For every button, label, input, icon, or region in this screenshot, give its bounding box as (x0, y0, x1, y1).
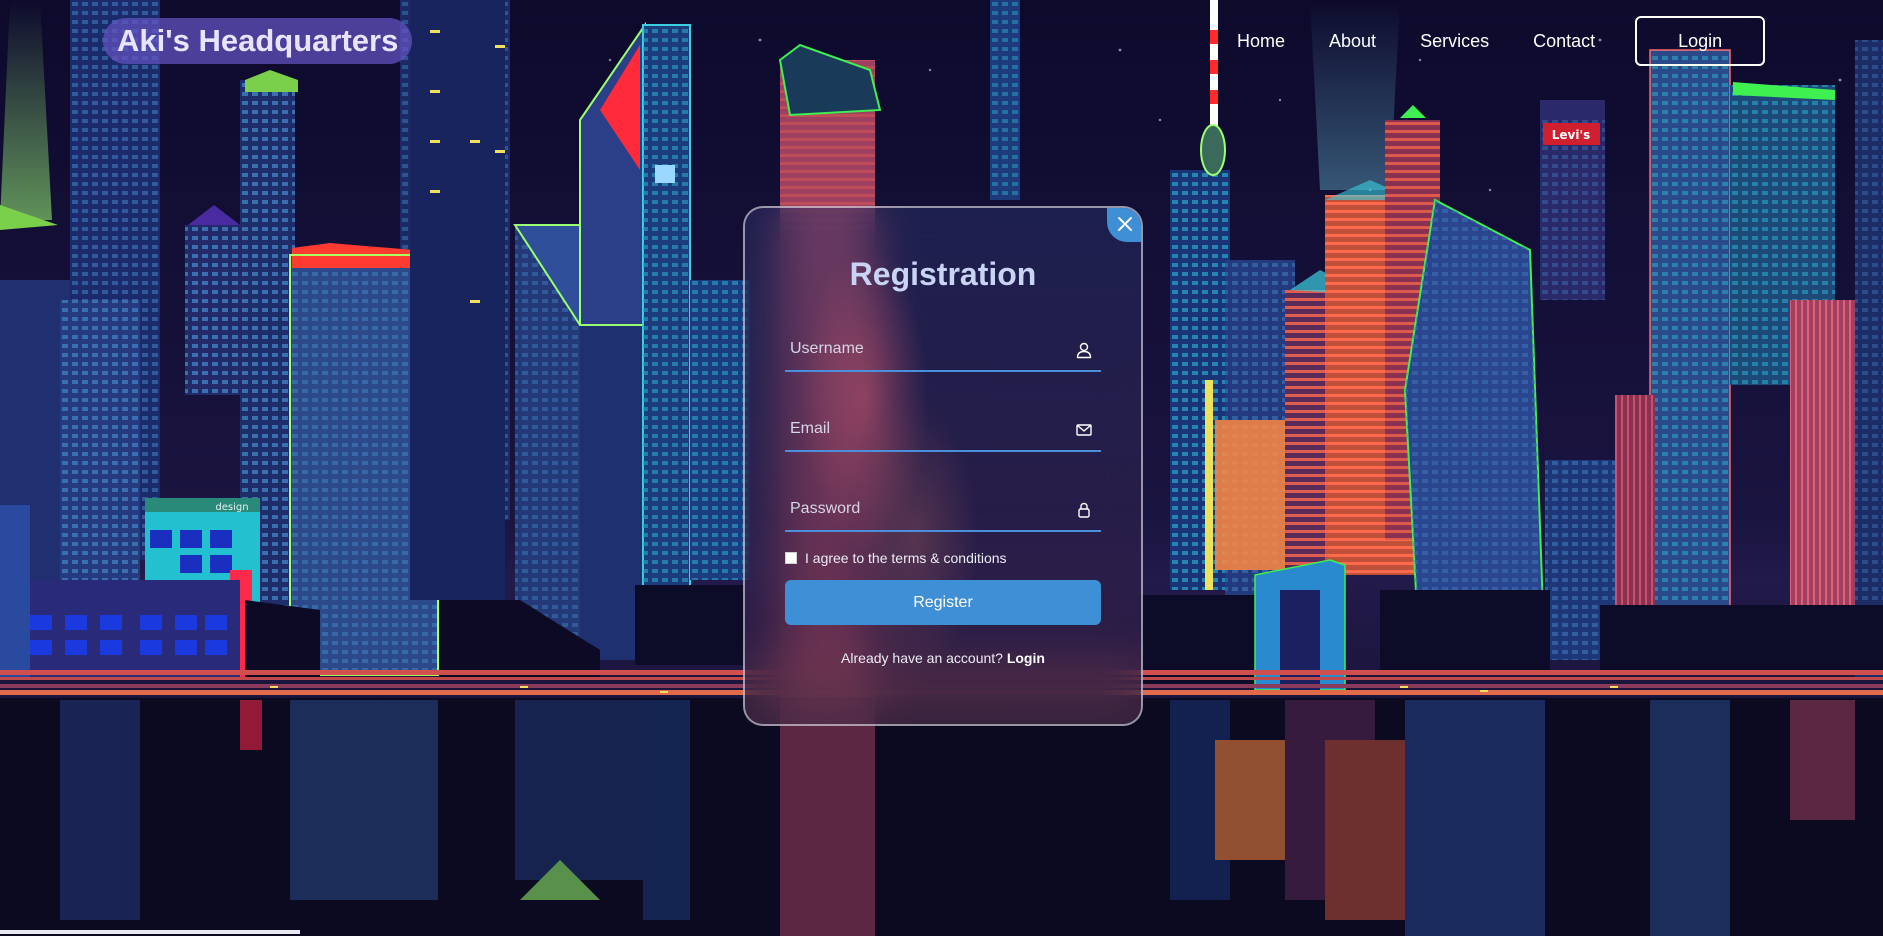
header-login-button[interactable]: Login (1635, 16, 1766, 66)
email-field (785, 408, 1101, 452)
lock-icon (1078, 502, 1090, 518)
already-account-label: Already have an account? (841, 650, 1003, 666)
already-account-text: Already have an account? Login (745, 650, 1141, 666)
register-button[interactable]: Register (785, 580, 1101, 625)
nav-home-link[interactable]: Home (1237, 31, 1285, 52)
password-input[interactable] (785, 488, 1101, 530)
terms-checkbox[interactable] (785, 552, 797, 564)
mail-icon (1076, 424, 1092, 436)
levis-billboard-text: Levi's (1552, 128, 1591, 142)
username-field (785, 328, 1101, 372)
email-input[interactable] (785, 408, 1101, 450)
design-sign-text: design (215, 502, 248, 513)
close-icon (1118, 217, 1132, 231)
registration-title: Registration (849, 256, 1037, 292)
username-input[interactable] (785, 328, 1101, 370)
registration-card: Registration I agree to the terms & cond… (743, 206, 1143, 726)
site-logo[interactable]: Aki's Headquarters (103, 18, 413, 64)
user-icon (1076, 342, 1092, 359)
main-nav: Home About Services Contact Login (1237, 16, 1766, 66)
terms-row[interactable]: I agree to the terms & conditions (785, 550, 1007, 566)
terms-label: I agree to the terms & conditions (805, 550, 1007, 566)
close-button[interactable] (1107, 208, 1141, 242)
nav-services-link[interactable]: Services (1420, 31, 1489, 52)
nav-about-link[interactable]: About (1329, 31, 1376, 52)
nav-contact-link[interactable]: Contact (1533, 31, 1595, 52)
password-field (785, 488, 1101, 532)
login-link[interactable]: Login (1007, 650, 1045, 666)
